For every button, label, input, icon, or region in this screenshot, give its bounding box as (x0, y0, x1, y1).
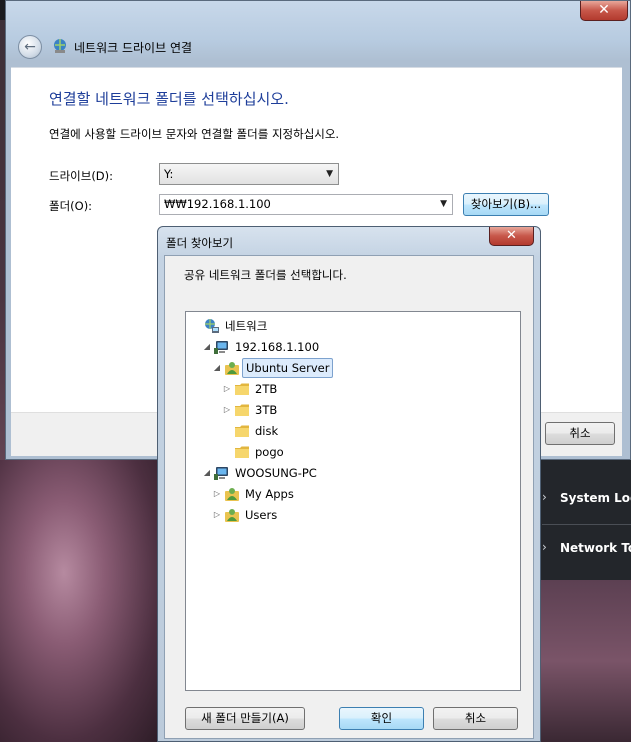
background-wallpaper-right (540, 580, 631, 742)
dialog-body: 공유 네트워크 폴더를 선택합니다. 네트워크 ◢ 192.168.1.100 ◢ Ub… (164, 255, 534, 739)
user-share-icon (225, 509, 239, 522)
folder-tree[interactable]: 네트워크 ◢ 192.168.1.100 ◢ Ubuntu Server ▷ 2TB ▷ 3TB… (185, 311, 521, 691)
dropdown-arrow-icon: ▼ (326, 169, 333, 179)
cancel-button[interactable]: 취소 (545, 422, 615, 445)
user-share-icon (225, 362, 239, 375)
background-router-menu (540, 460, 631, 580)
folder-icon (235, 446, 249, 458)
folder-icon (235, 425, 249, 437)
new-folder-button[interactable]: 새 폴더 만들기(A) (185, 707, 305, 730)
tree-item[interactable]: pogo (186, 442, 516, 462)
tree-item[interactable]: 네트워크 (186, 316, 516, 336)
page-description: 연결에 사용할 드라이브 문자와 연결할 폴더를 지정하십시오. (49, 127, 340, 141)
tree-item-label: pogo (255, 445, 284, 459)
tree-item-label: disk (255, 424, 279, 438)
background-menu-system-log[interactable]: System Log (560, 491, 631, 505)
tree-item[interactable]: ▷ My Apps (186, 484, 516, 504)
user-share-icon (225, 488, 239, 501)
drive-letter-select[interactable]: Y: ▼ (159, 163, 339, 185)
tree-item-label: 네트워크 (225, 319, 268, 333)
tree-item[interactable]: ◢ 192.168.1.100 (186, 337, 516, 357)
network-icon (205, 319, 219, 333)
back-arrow-icon[interactable]: ← (18, 35, 42, 59)
folder-value: ₩₩192.168.1.100 (164, 197, 271, 211)
browse-folder-dialog: 폴더 찾아보기 ✕ 공유 네트워크 폴더를 선택합니다. 네트워크 ◢ 192.16… (157, 226, 541, 742)
window-close-button[interactable]: ✕ (580, 1, 628, 21)
page-heading: 연결할 네트워크 폴더를 선택하십시오. (49, 90, 289, 108)
computer-icon (214, 467, 228, 480)
dialog-cancel-button[interactable]: 취소 (433, 707, 518, 730)
network-drive-icon (54, 39, 66, 53)
expand-arrow-icon[interactable]: ▷ (212, 484, 222, 504)
folder-path-combobox[interactable]: ₩₩192.168.1.100 ▼ (159, 194, 453, 215)
ok-button[interactable]: 확인 (339, 707, 424, 730)
expand-arrow-icon[interactable]: ▷ (222, 379, 232, 399)
computer-icon (214, 341, 228, 354)
expand-arrow-icon[interactable]: ▷ (212, 505, 222, 525)
tree-item-label: Ubuntu Server (242, 358, 334, 378)
background-menu-divider (542, 524, 631, 525)
dialog-title: 폴더 찾아보기 (166, 236, 234, 250)
tree-item-label: 192.168.1.100 (235, 340, 320, 354)
tree-item[interactable]: ◢ Ubuntu Server (186, 358, 516, 378)
expand-arrow-icon[interactable]: ◢ (202, 337, 212, 357)
browse-button[interactable]: 찾아보기(B)... (463, 193, 549, 216)
dialog-close-button[interactable]: ✕ (489, 227, 534, 246)
dropdown-arrow-icon[interactable]: ▼ (440, 195, 447, 214)
tree-item[interactable]: disk (186, 421, 516, 441)
folder-label: 폴더(O): (49, 199, 93, 213)
background-menu-network-tools[interactable]: Network Tools (560, 541, 631, 555)
chevron-right-icon: › (542, 540, 547, 554)
tree-item[interactable]: ▷ Users (186, 505, 516, 525)
drive-label: 드라이브(D): (49, 169, 114, 183)
expand-arrow-icon[interactable]: ◢ (212, 358, 222, 378)
window-title: 네트워크 드라이브 연결 (74, 41, 193, 55)
tree-item-label: 3TB (255, 403, 278, 417)
tree-item-label: Users (245, 508, 278, 522)
expand-arrow-icon[interactable]: ▷ (222, 400, 232, 420)
tree-item-label: 2TB (255, 382, 278, 396)
tree-item[interactable]: ◢ WOOSUNG-PC (186, 463, 516, 483)
dialog-description: 공유 네트워크 폴더를 선택합니다. (184, 268, 347, 282)
background-wallpaper (0, 460, 160, 742)
tree-item[interactable]: ▷ 3TB (186, 400, 516, 420)
tree-item[interactable]: ▷ 2TB (186, 379, 516, 399)
folder-icon (235, 383, 249, 395)
folder-icon (235, 404, 249, 416)
tree-item-label: My Apps (245, 487, 294, 501)
expand-arrow-icon[interactable]: ◢ (202, 463, 212, 483)
chevron-right-icon: › (542, 490, 547, 504)
drive-value: Y: (164, 167, 174, 181)
tree-item-label: WOOSUNG-PC (235, 466, 317, 480)
